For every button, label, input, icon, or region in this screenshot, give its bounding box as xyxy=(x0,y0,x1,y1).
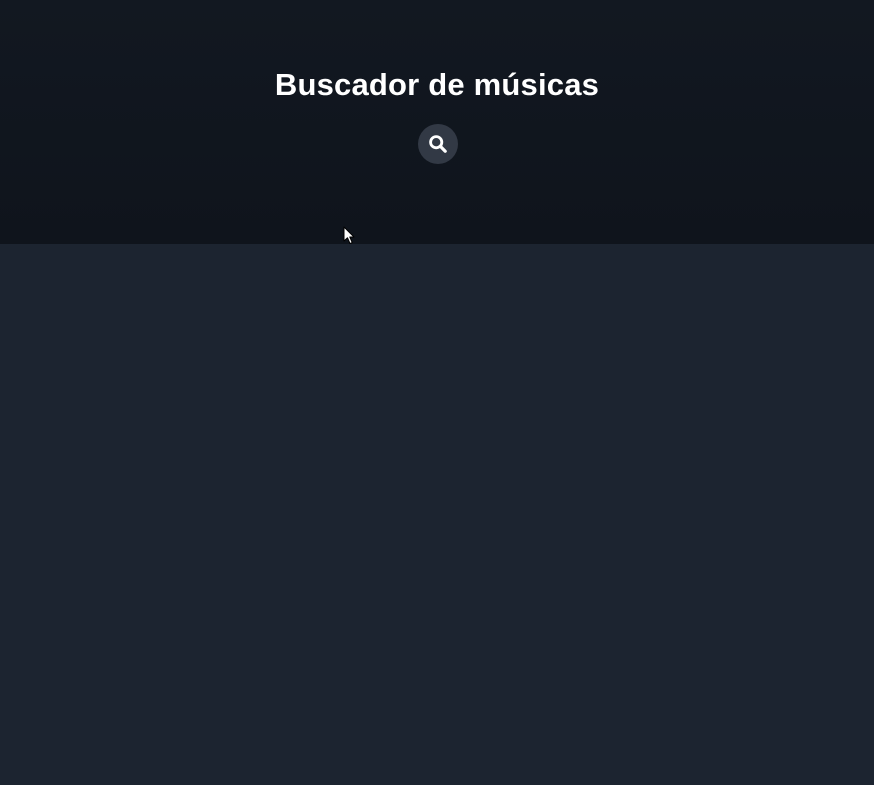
search-icon xyxy=(428,134,448,154)
page-header: Buscador de músicas xyxy=(0,0,874,244)
page-title: Buscador de músicas xyxy=(274,67,600,102)
search-button[interactable] xyxy=(418,124,458,164)
results-area xyxy=(0,244,874,785)
